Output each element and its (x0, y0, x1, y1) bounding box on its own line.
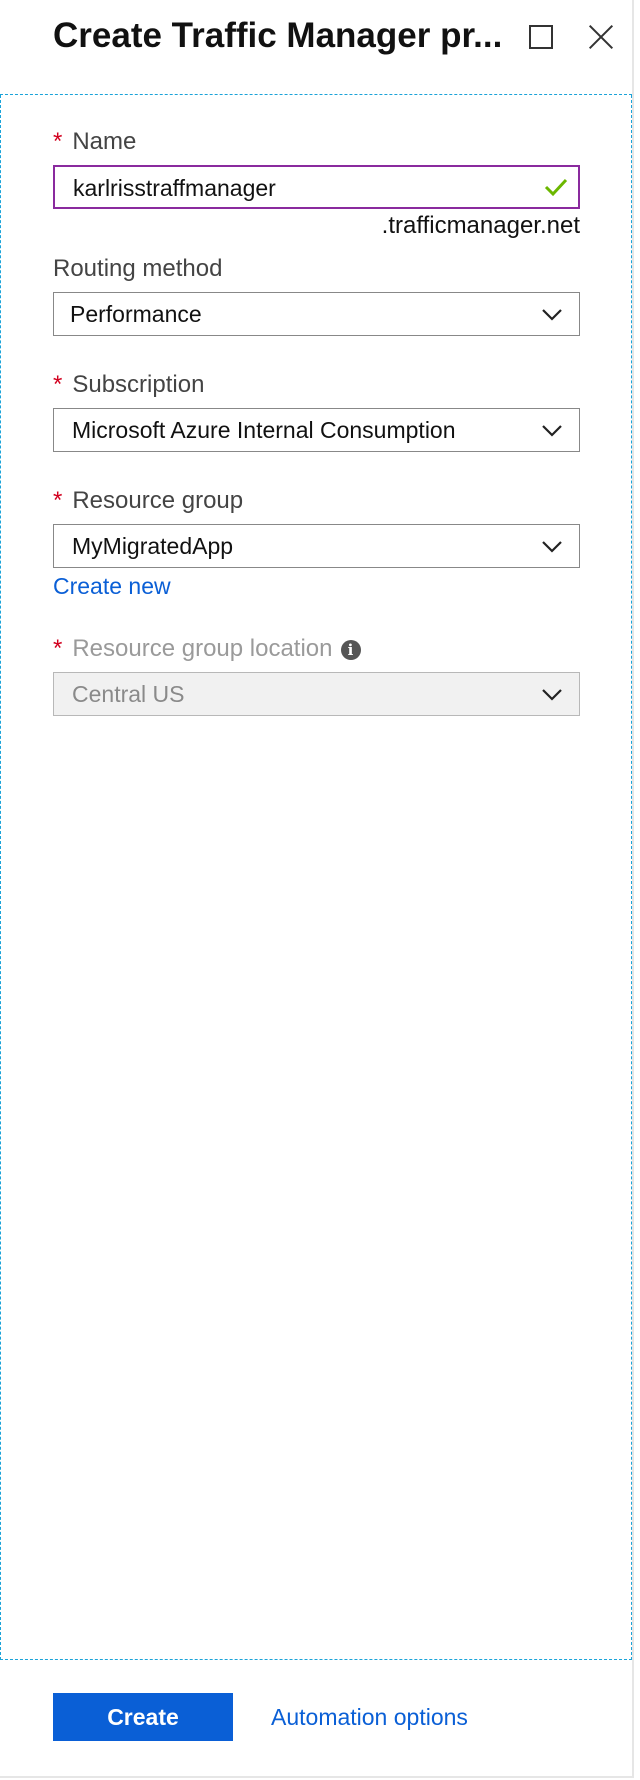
required-marker: * (53, 635, 63, 662)
name-domain-suffix: .trafficmanager.net (381, 212, 580, 239)
resource-group-location-label: * Resource group location i (53, 635, 361, 663)
required-marker: * (53, 371, 63, 398)
page-title: Create Traffic Manager pr... (53, 16, 503, 55)
required-marker: * (53, 487, 63, 514)
subscription-value: Microsoft Azure Internal Consumption (72, 417, 456, 443)
create-traffic-manager-blade: Create Traffic Manager pr... * Name karlr… (0, 0, 634, 1778)
name-input[interactable]: karlrisstraffmanager (53, 165, 580, 209)
routing-method-value: Performance (70, 301, 202, 327)
automation-options-link[interactable]: Automation options (271, 1704, 468, 1731)
name-label: * Name (53, 128, 137, 155)
checkmark-icon (544, 178, 568, 197)
chevron-down-icon (542, 425, 562, 437)
name-input-value: karlrisstraffmanager (73, 175, 276, 201)
subscription-label: * Subscription (53, 371, 205, 398)
required-marker: * (53, 128, 63, 155)
chevron-down-icon (542, 689, 562, 701)
blade-header: Create Traffic Manager pr... (0, 0, 632, 95)
info-icon[interactable]: i (340, 639, 361, 660)
resource-group-select[interactable]: MyMigratedApp (53, 524, 580, 568)
create-button[interactable]: Create (53, 1693, 233, 1741)
resource-group-label: * Resource group (53, 487, 244, 514)
maximize-icon[interactable] (529, 25, 553, 49)
chevron-down-icon (542, 541, 562, 553)
chevron-down-icon (542, 309, 562, 321)
resource-group-value: MyMigratedApp (72, 533, 234, 559)
close-icon[interactable] (587, 23, 615, 51)
resource-group-location-value: Central US (72, 681, 185, 707)
resource-group-location-select: Central US (53, 672, 580, 716)
subscription-select[interactable]: Microsoft Azure Internal Consumption (53, 408, 580, 452)
create-new-resource-group-link[interactable]: Create new (53, 573, 171, 600)
routing-method-label: Routing method (53, 255, 223, 282)
routing-method-select[interactable]: Performance (53, 292, 580, 336)
